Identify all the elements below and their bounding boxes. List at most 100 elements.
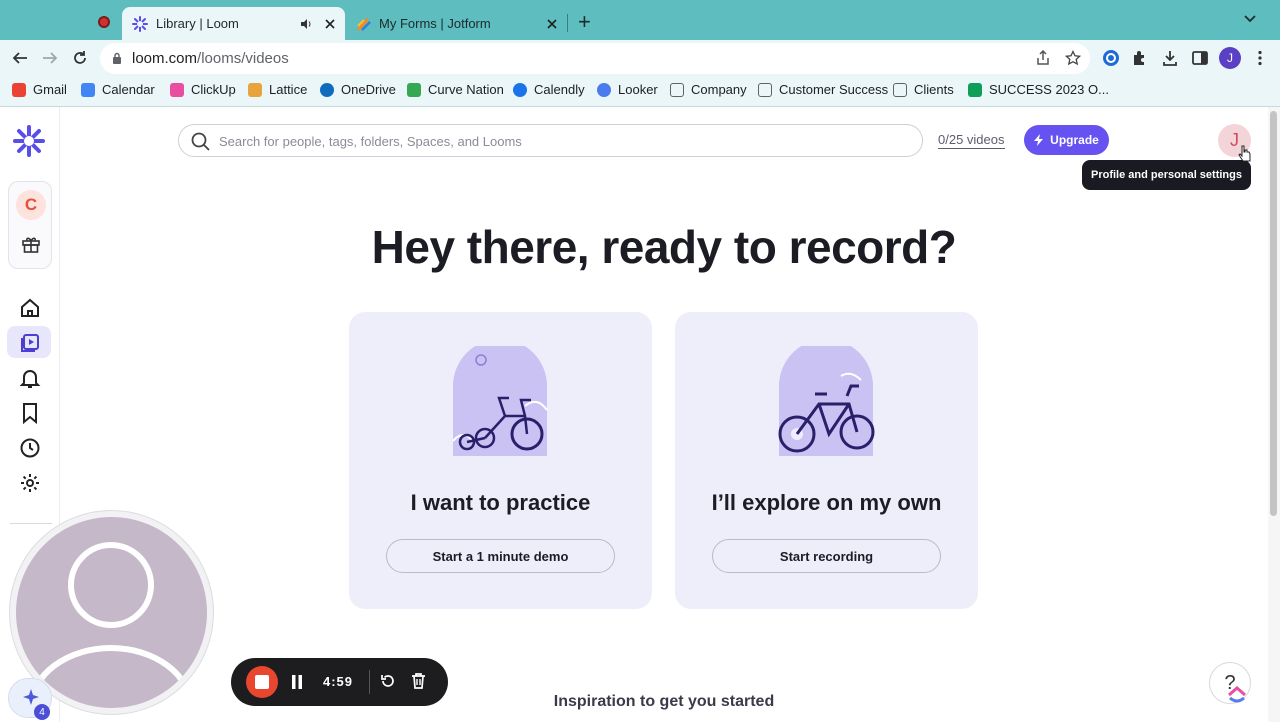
bookmark-onedrive[interactable]: OneDrive	[320, 82, 396, 97]
tab-search-chevron-icon[interactable]	[1244, 14, 1256, 24]
google-drive-icon	[407, 82, 421, 97]
bookmark-gmail[interactable]: Gmail	[12, 82, 67, 97]
bookmark-clickup[interactable]: ClickUp	[170, 82, 236, 97]
folder-icon	[893, 82, 907, 97]
bookmark-label: Lattice	[269, 82, 308, 97]
card-title: I want to practice	[410, 490, 591, 515]
clickup-icon	[170, 82, 184, 97]
clock-icon[interactable]	[19, 437, 41, 459]
bookmark-folder-customer-success[interactable]: Customer Success	[758, 82, 888, 97]
home-icon[interactable]	[19, 297, 41, 319]
settings-gear-icon[interactable]	[19, 472, 41, 494]
page-headline: Hey there, ready to record?	[371, 221, 957, 273]
address-bar[interactable]: loom.com/looms/videos	[100, 43, 1090, 74]
search-input[interactable]: Search for people, tags, folders, Spaces…	[178, 124, 923, 157]
sidebar-divider	[10, 523, 52, 524]
explore-card: I’ll explore on my own Start recording	[675, 312, 978, 609]
page-scrollbar[interactable]	[1268, 107, 1280, 722]
stop-recording-button[interactable]	[246, 666, 278, 698]
url-text: loom.com/looms/videos	[132, 50, 289, 67]
bookmark-calendar[interactable]: Calendar	[81, 82, 155, 97]
workspace-avatar[interactable]: C	[16, 190, 46, 220]
tab-library-loom[interactable]: Library | Loom	[122, 7, 345, 40]
pause-icon[interactable]	[291, 675, 303, 689]
gmail-icon	[12, 82, 26, 97]
tab-divider	[567, 14, 568, 32]
camera-placeholder-avatar	[16, 517, 207, 708]
upgrade-label: Upgrade	[1050, 133, 1099, 147]
sheets-icon	[968, 82, 982, 97]
notifications-bell-icon[interactable]	[19, 367, 41, 389]
extension-c-icon[interactable]	[1102, 49, 1120, 67]
reload-icon[interactable]	[71, 49, 89, 67]
bookmark-label: Calendly	[534, 82, 585, 97]
browser-toolbar: loom.com/looms/videos J	[0, 40, 1280, 76]
tab-title: My Forms | Jotform	[379, 16, 491, 31]
forward-icon[interactable]	[41, 49, 59, 67]
loom-logo-icon[interactable]	[13, 125, 45, 157]
gift-icon[interactable]	[21, 234, 41, 254]
restart-icon[interactable]	[380, 673, 396, 689]
search-placeholder: Search for people, tags, folders, Spaces…	[219, 134, 522, 149]
bookmarks-bar: Gmail Calendar ClickUp Lattice OneDrive …	[0, 76, 1280, 107]
lock-icon[interactable]	[112, 52, 122, 65]
profile-tooltip: Profile and personal settings	[1082, 160, 1251, 190]
bookmark-label: Curve Nation	[428, 82, 504, 97]
bookmark-label: Company	[691, 82, 747, 97]
bookmark-icon[interactable]	[19, 402, 41, 424]
browser-menu-icon[interactable]	[1251, 49, 1269, 67]
bookmark-lattice[interactable]: Lattice	[248, 82, 307, 97]
mouse-cursor-icon	[1238, 145, 1251, 162]
bookmark-calendly[interactable]: Calendly	[513, 82, 585, 97]
workspace-switcher: C	[8, 181, 52, 269]
tab-jotform[interactable]: My Forms | Jotform	[350, 7, 567, 40]
folder-icon	[758, 82, 772, 97]
url-path: /looms/videos	[197, 50, 289, 67]
loom-favicon-icon	[132, 15, 148, 32]
side-panel-icon[interactable]	[1191, 49, 1209, 67]
calendly-icon	[513, 82, 527, 97]
recording-indicator-icon	[98, 16, 110, 28]
card-title: I’ll explore on my own	[711, 490, 942, 515]
bookmark-success-2023[interactable]: SUCCESS 2023 O...	[968, 82, 1109, 97]
new-tab-button[interactable]: +	[578, 11, 591, 33]
bookmark-folder-clients[interactable]: Clients	[893, 82, 954, 97]
clickup-widget-icon[interactable]	[1226, 681, 1248, 703]
jotform-favicon-icon	[356, 17, 371, 31]
bookmark-looker[interactable]: Looker	[597, 82, 658, 97]
close-tab-icon[interactable]	[325, 18, 335, 29]
person-silhouette-icon	[28, 542, 194, 708]
video-quota-link[interactable]: 0/25 videos	[938, 132, 1005, 149]
browser-profile-avatar[interactable]: J	[1219, 47, 1241, 69]
start-recording-button[interactable]: Start recording	[712, 539, 941, 573]
close-tab-icon[interactable]	[547, 18, 557, 29]
bookmark-folder-company[interactable]: Company	[670, 82, 747, 97]
star-bookmark-icon[interactable]	[1065, 50, 1081, 66]
trash-icon[interactable]	[411, 673, 426, 689]
lightning-icon	[1034, 134, 1044, 146]
looker-icon	[597, 82, 611, 97]
bookmark-label: ClickUp	[191, 82, 236, 97]
upgrade-button[interactable]: Upgrade	[1024, 125, 1109, 155]
start-demo-button[interactable]: Start a 1 minute demo	[386, 539, 615, 573]
scrollbar-thumb[interactable]	[1270, 111, 1277, 516]
bookmark-label: OneDrive	[341, 82, 396, 97]
tab-title: Library | Loom	[156, 16, 239, 31]
bookmark-label: Calendar	[102, 82, 155, 97]
library-videos-icon[interactable]	[19, 332, 41, 354]
calendar-icon	[81, 82, 95, 97]
download-icon[interactable]	[1161, 49, 1179, 67]
extensions-puzzle-icon[interactable]	[1131, 49, 1149, 67]
bookmark-label: Looker	[618, 82, 658, 97]
back-icon[interactable]	[11, 49, 29, 67]
bookmark-label: Clients	[914, 82, 954, 97]
bookmark-label: SUCCESS 2023 O...	[989, 82, 1109, 97]
help-button[interactable]: ?	[1209, 662, 1251, 704]
bookmark-curve-nation[interactable]: Curve Nation	[407, 82, 504, 97]
practice-card: I want to practice Start a 1 minute demo	[349, 312, 652, 609]
speaker-icon[interactable]	[300, 18, 312, 30]
bookmark-label: Gmail	[33, 82, 67, 97]
share-icon[interactable]	[1036, 50, 1050, 66]
bicycle-illustration-icon	[778, 346, 875, 456]
search-icon	[191, 132, 210, 151]
